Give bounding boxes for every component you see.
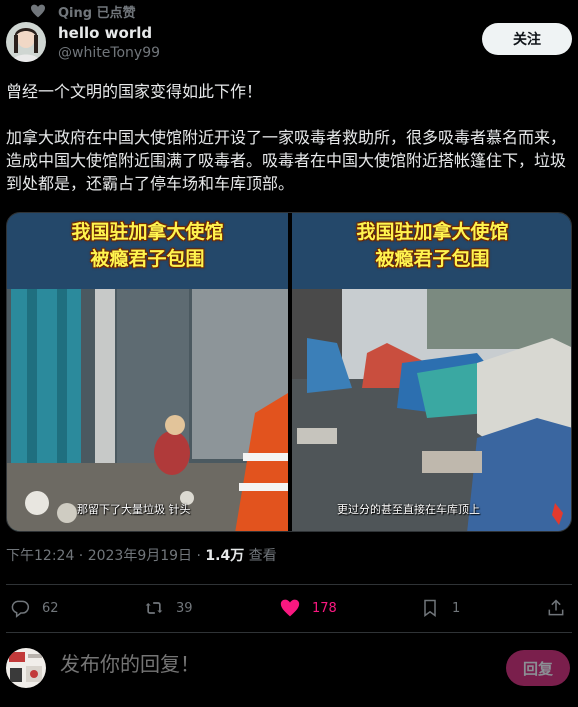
bookmark-button[interactable]: 1 [420, 598, 460, 618]
reply-icon [11, 600, 30, 618]
divider [6, 632, 572, 633]
tweet-meta: 下午12:24 · 2023年9月19日 · 1.4万 查看 [6, 546, 277, 566]
right-caption: 更过分的甚至直接在车库顶上 [337, 503, 480, 516]
left-overlay-title: 我国驻加拿大使馆 被瘾君子包围 [71, 221, 224, 270]
social-context[interactable]: Qing 已点赞 [30, 2, 136, 21]
bookmark-icon [424, 599, 436, 617]
reply-button[interactable]: 62 [10, 598, 59, 618]
bookmark-count: 1 [452, 600, 461, 616]
retweet-icon [145, 602, 163, 614]
views-label: 查看 [244, 548, 277, 564]
heart-icon [31, 4, 45, 18]
reply-submit-button[interactable]: 回复 [506, 650, 570, 686]
views-count[interactable]: 1.4万 [205, 548, 244, 564]
reply-input[interactable] [60, 652, 440, 676]
follow-button[interactable]: 关注 [482, 23, 572, 55]
tweet-author: hello world @whiteTony99 关注 [6, 22, 572, 66]
tweet-text: 曾经一个文明的国家变得如此下作！ 加拿大政府在中国大使馆附近开设了一家吸毒者救助… [6, 80, 572, 218]
like-button[interactable]: 178 [280, 598, 337, 618]
tweet-paragraph: 曾经一个文明的国家变得如此下作！ [6, 82, 263, 101]
share-button[interactable] [546, 598, 566, 618]
retweet-button[interactable]: 39 [144, 598, 193, 618]
current-user-avatar[interactable] [6, 648, 46, 688]
social-context-label: Qing 已点赞 [58, 5, 136, 21]
heart-filled-icon [280, 599, 300, 617]
left-caption: 那留下了大量垃圾 针头 [77, 503, 191, 516]
avatar[interactable] [6, 22, 46, 62]
timestamp[interactable]: 下午12:24 · 2023年9月19日 · [6, 548, 205, 564]
user-handle[interactable]: @whiteTony99 [58, 43, 160, 63]
divider [6, 584, 572, 585]
right-overlay-title: 我国驻加拿大使馆 被瘾君子包围 [356, 221, 509, 270]
retweet-count: 39 [176, 600, 193, 616]
reply-count: 62 [42, 600, 59, 616]
tweet-paragraph: 加拿大政府在中国大使馆附近开设了一家吸毒者救助所，很多吸毒者慕名而来，造成中国大… [6, 128, 567, 193]
tweet-media[interactable]: 我国驻加拿大使馆 被瘾君子包围 我国驻加拿大使馆 被瘾君子包围 那留下了大量垃圾… [6, 212, 572, 532]
like-count: 178 [312, 600, 337, 616]
reply-composer: 回复 [6, 646, 572, 690]
display-name[interactable]: hello world [58, 23, 160, 43]
share-icon [548, 599, 564, 616]
tweet-actions: 62 39 178 1 [6, 590, 572, 626]
